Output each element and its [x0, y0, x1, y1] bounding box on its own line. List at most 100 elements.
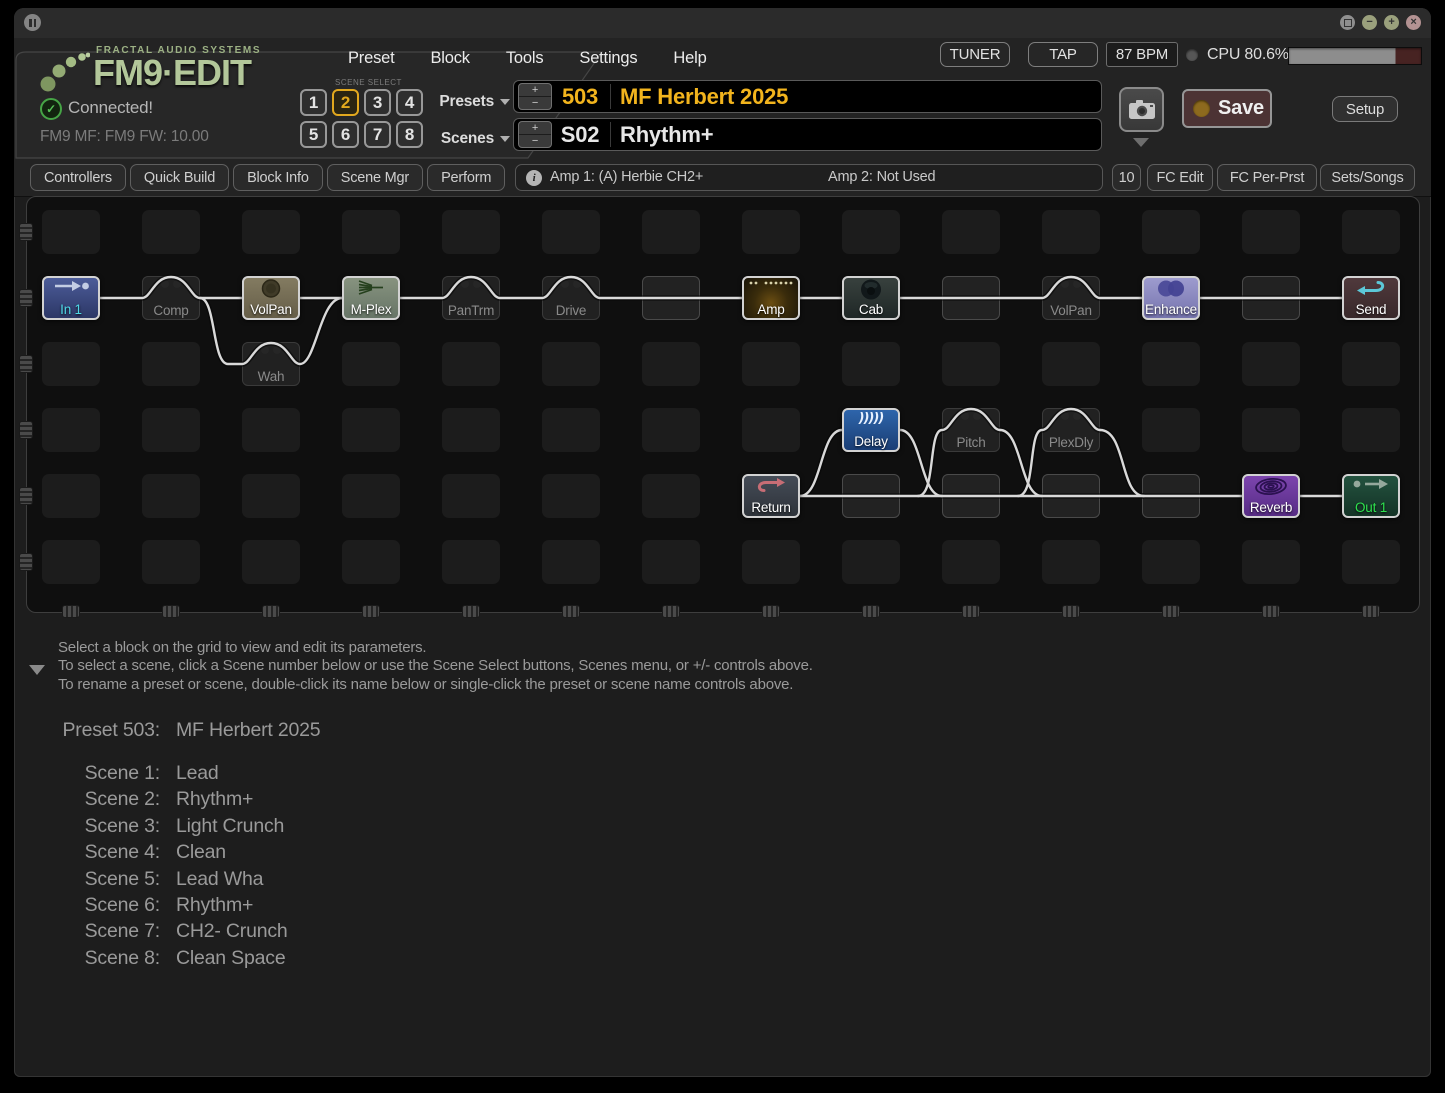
grid-cell[interactable] — [42, 408, 100, 452]
scene-select-button-6[interactable]: 6 — [332, 121, 359, 148]
block-shunt[interactable] — [942, 474, 1000, 518]
grid-cell[interactable] — [1042, 210, 1100, 254]
amp-info-field[interactable]: i Amp 1: (A) Herbie CH2+ Amp 2: Not Used — [515, 164, 1103, 191]
block-shunt[interactable] — [842, 474, 900, 518]
menu-preset[interactable]: Preset — [348, 49, 395, 68]
scene-decrement-button[interactable]: − — [519, 135, 551, 147]
grid-cell[interactable] — [1042, 342, 1100, 386]
column-connector-handle[interactable] — [1262, 605, 1280, 618]
grid-cell[interactable] — [342, 408, 400, 452]
grid-cell[interactable] — [942, 540, 1000, 584]
column-connector-handle[interactable] — [62, 605, 80, 618]
grid-cell[interactable] — [42, 342, 100, 386]
column-connector-handle[interactable] — [862, 605, 880, 618]
preset-stepper[interactable]: + − — [518, 83, 552, 110]
summary-preset-name[interactable]: MF Herbert 2025 — [176, 719, 320, 742]
pause-icon[interactable] — [24, 14, 41, 31]
grid-cell[interactable] — [42, 540, 100, 584]
grid-cell[interactable] — [742, 540, 800, 584]
grid-cell[interactable] — [242, 408, 300, 452]
summary-scene-name[interactable]: Light Crunch — [176, 815, 284, 838]
grid-cell[interactable] — [942, 342, 1000, 386]
grid-cell[interactable] — [1342, 408, 1400, 452]
grid-cell[interactable] — [342, 474, 400, 518]
grid-cell[interactable] — [1242, 342, 1300, 386]
grid-cell[interactable] — [842, 342, 900, 386]
grid-cell[interactable] — [242, 540, 300, 584]
grid-cell[interactable] — [442, 474, 500, 518]
grid-cell[interactable] — [742, 342, 800, 386]
grid-cell[interactable] — [442, 408, 500, 452]
summary-scene-name[interactable]: Clean Space — [176, 947, 285, 970]
save-button[interactable]: Save — [1182, 89, 1272, 128]
grid-cell[interactable] — [842, 540, 900, 584]
grid-cell[interactable] — [1142, 342, 1200, 386]
scene-select-button-2[interactable]: 2 — [332, 89, 359, 116]
column-connector-handle[interactable] — [762, 605, 780, 618]
grid-cell[interactable] — [542, 342, 600, 386]
scene-name-field[interactable]: Rhythm+ — [620, 119, 713, 150]
block-comp[interactable]: Comp — [142, 276, 200, 320]
grid-cell[interactable] — [1142, 540, 1200, 584]
grid-cell[interactable] — [1342, 540, 1400, 584]
column-connector-handle[interactable] — [962, 605, 980, 618]
snapshot-dropdown-arrow[interactable] — [1133, 138, 1149, 147]
grid-cell[interactable] — [842, 210, 900, 254]
menu-settings[interactable]: Settings — [579, 49, 637, 68]
block-enhance[interactable]: Enhance — [1142, 276, 1200, 320]
scene-increment-button[interactable]: + — [519, 122, 551, 135]
grid-cell[interactable] — [142, 474, 200, 518]
scenes-dropdown[interactable]: Scenes — [434, 130, 510, 148]
setup-button[interactable]: Setup — [1332, 96, 1398, 122]
column-connector-handle[interactable] — [1162, 605, 1180, 618]
grid-cell[interactable] — [442, 540, 500, 584]
scene-select-button-7[interactable]: 7 — [364, 121, 391, 148]
grid-cell[interactable] — [342, 342, 400, 386]
toolbar-perform[interactable]: Perform — [427, 164, 505, 191]
scene-select-button-3[interactable]: 3 — [364, 89, 391, 116]
preset-number[interactable]: 503 — [554, 81, 606, 112]
block-shunt[interactable] — [642, 276, 700, 320]
block-out-1[interactable]: Out 1 — [1342, 474, 1400, 518]
toolbar-fc-edit[interactable]: FC Edit — [1147, 164, 1213, 191]
scene-select-button-5[interactable]: 5 — [300, 121, 327, 148]
scene-stepper[interactable]: + − — [518, 121, 552, 148]
column-connector-handle[interactable] — [362, 605, 380, 618]
row-connector-handle[interactable] — [19, 487, 33, 505]
column-connector-handle[interactable] — [162, 605, 180, 618]
block-drive[interactable]: Drive — [542, 276, 600, 320]
tap-button[interactable]: TAP — [1028, 42, 1098, 67]
grid-cell[interactable] — [1042, 540, 1100, 584]
toolbar-scene-mgr[interactable]: Scene Mgr — [327, 164, 423, 191]
block-shunt[interactable] — [1242, 276, 1300, 320]
grid-cell[interactable] — [1242, 210, 1300, 254]
grid-cell[interactable] — [542, 474, 600, 518]
grid-cell[interactable] — [542, 408, 600, 452]
window-minimize-icon[interactable]: − — [1362, 15, 1377, 30]
block-delay[interactable]: )))))Delay — [842, 408, 900, 452]
column-connector-handle[interactable] — [1362, 605, 1380, 618]
menu-block[interactable]: Block — [431, 49, 470, 68]
block-pantrm[interactable]: PanTrm — [442, 276, 500, 320]
grid-cell[interactable] — [442, 342, 500, 386]
block-return[interactable]: Return — [742, 474, 800, 518]
block-amp[interactable]: Amp — [742, 276, 800, 320]
collapse-panel-arrow[interactable] — [29, 665, 45, 675]
window-maximize-icon[interactable]: + — [1384, 15, 1399, 30]
block-shunt[interactable] — [1142, 474, 1200, 518]
grid-cell[interactable] — [242, 474, 300, 518]
row-connector-handle[interactable] — [19, 355, 33, 373]
summary-scene-name[interactable]: Rhythm+ — [176, 894, 253, 917]
preset-decrement-button[interactable]: − — [519, 97, 551, 109]
block-cab[interactable]: Cab — [842, 276, 900, 320]
grid-cell[interactable] — [142, 342, 200, 386]
block-wah[interactable]: Wah — [242, 342, 300, 386]
grid-cell[interactable] — [642, 210, 700, 254]
grid-cell[interactable] — [42, 474, 100, 518]
row-connector-handle[interactable] — [19, 223, 33, 241]
row-connector-handle[interactable] — [19, 421, 33, 439]
grid-cell[interactable] — [742, 408, 800, 452]
block-reverb[interactable]: Reverb — [1242, 474, 1300, 518]
block-shunt[interactable] — [1042, 474, 1100, 518]
grid-cell[interactable] — [742, 210, 800, 254]
